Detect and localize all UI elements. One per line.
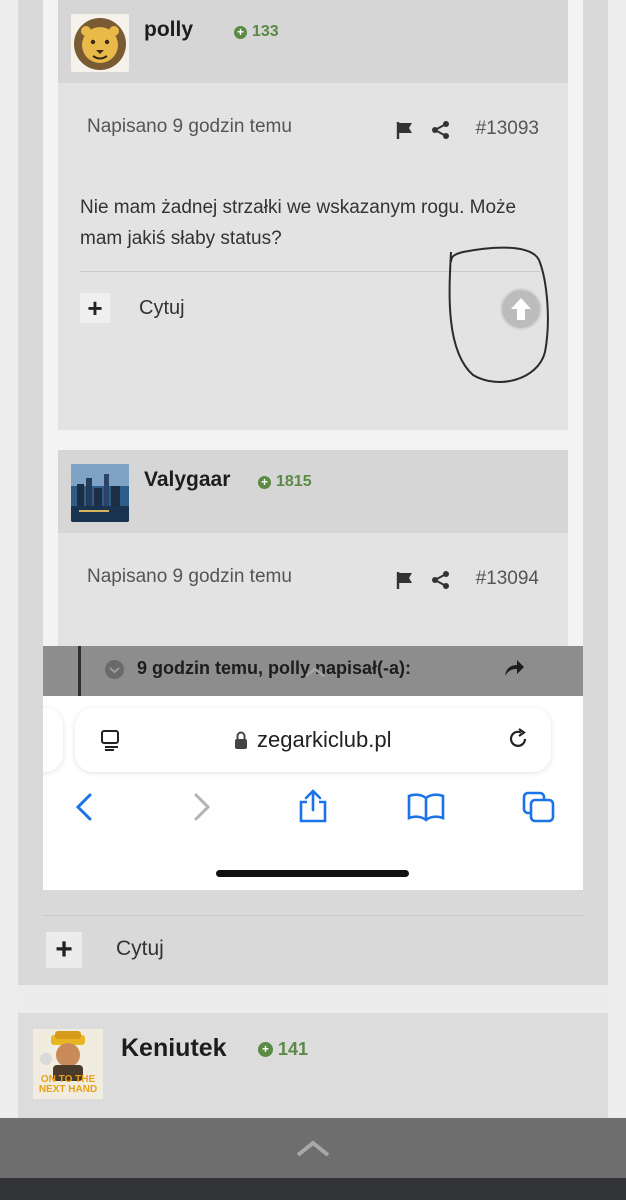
address-bar[interactable]: zegarkiclub.pl — [75, 708, 551, 772]
reputation-count: 133 — [252, 23, 279, 40]
hand-drawn-annotation — [448, 246, 549, 383]
flag-icon[interactable] — [395, 120, 415, 140]
home-indicator[interactable] — [216, 870, 409, 877]
username[interactable]: polly — [144, 18, 193, 42]
post-timestamp: Napisano 9 godzin temu — [87, 566, 292, 587]
username[interactable]: Valygaar — [144, 468, 230, 492]
quote-header-bar[interactable]: 9 godzin temu, polly napisał(-a): — [43, 646, 583, 696]
reader-mode-icon[interactable] — [99, 728, 123, 752]
reputation-badge: + 141 — [258, 1039, 308, 1060]
username[interactable]: Keniutek — [121, 1034, 227, 1063]
post-number[interactable]: #13093 — [476, 118, 539, 140]
avatar-caption: ON TO THE NEXT HAND — [38, 1074, 98, 1095]
plus-circle-icon: + — [234, 25, 247, 39]
reputation-badge: + 133 — [234, 23, 279, 41]
bookmarks-icon[interactable] — [407, 792, 445, 822]
reputation-count: 1815 — [276, 473, 312, 490]
embedded-screenshot: polly + 133 Napisano 9 godzin temu #1309… — [43, 0, 583, 890]
reload-icon[interactable] — [505, 726, 531, 752]
chevron-up-icon[interactable] — [295, 1140, 331, 1158]
post-header: Valygaar + 1815 — [58, 450, 568, 533]
post-number[interactable]: #13094 — [476, 568, 539, 590]
post-separator — [18, 985, 608, 1013]
browser-toolbar: zegarkiclub.pl — [43, 696, 583, 890]
avatar-keniutek[interactable]: ON TO THE NEXT HAND — [33, 1029, 103, 1099]
quote-button[interactable]: Cytuj — [116, 937, 164, 961]
share-icon[interactable] — [431, 120, 451, 140]
avatar-lion[interactable] — [71, 14, 129, 72]
reputation-count: 141 — [278, 1039, 309, 1059]
share-sheet-icon[interactable] — [297, 788, 329, 824]
chevron-down-icon[interactable] — [105, 660, 124, 679]
reputation-badge: + 1815 — [258, 473, 312, 491]
tabs-icon[interactable] — [521, 790, 557, 824]
back-icon[interactable] — [73, 792, 97, 822]
bottom-overlay-bar[interactable] — [0, 1118, 626, 1178]
post-header: polly + 133 — [58, 0, 568, 83]
lock-icon — [235, 731, 247, 749]
quote-plus-button[interactable]: + — [46, 932, 82, 968]
avatar-city[interactable] — [71, 464, 129, 522]
quote-plus-button[interactable]: + — [80, 293, 110, 323]
previous-tab-pill[interactable] — [43, 708, 63, 772]
url-text: zegarkiclub.pl — [257, 727, 392, 752]
post-timestamp: Napisano 9 godzin temu — [87, 116, 292, 137]
bottom-strip — [0, 1178, 626, 1200]
quote-left-border — [78, 646, 81, 696]
quote-header-text: 9 godzin temu, polly napisał(-a): — [137, 658, 412, 678]
quote-button[interactable]: Cytuj — [139, 297, 185, 320]
forward-icon[interactable] — [189, 792, 213, 822]
reply-arrow-icon[interactable] — [503, 658, 525, 678]
plus-circle-icon: + — [258, 475, 271, 489]
plus-circle-icon: + — [258, 1042, 273, 1057]
chevron-up-icon[interactable] — [303, 666, 327, 678]
flag-icon[interactable] — [395, 570, 415, 590]
share-icon[interactable] — [431, 570, 451, 590]
post-divider — [43, 915, 583, 916]
post-polly: polly + 133 Napisano 9 godzin temu #1309… — [58, 0, 568, 430]
